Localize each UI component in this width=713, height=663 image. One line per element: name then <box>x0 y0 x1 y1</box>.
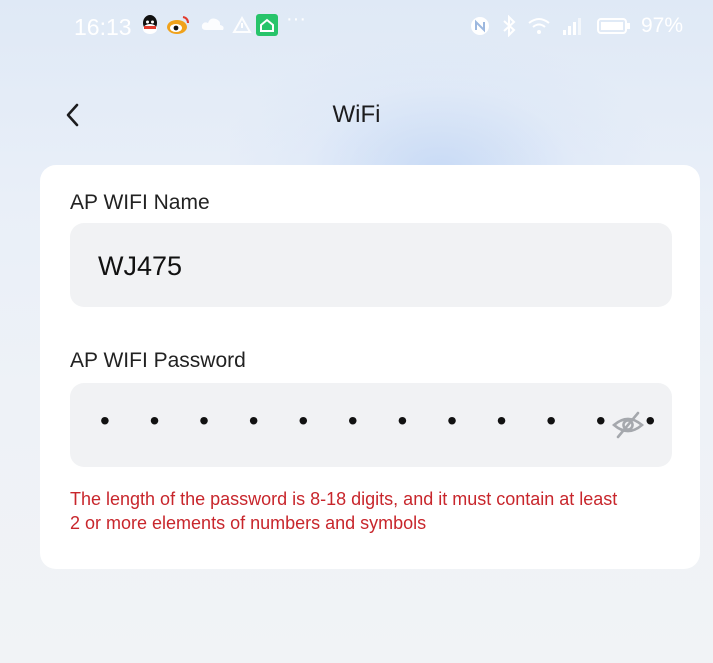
password-masked-value: • • • • • • • • • • • • <box>100 405 672 436</box>
password-error-message: The length of the password is 8-18 digit… <box>70 489 618 533</box>
wifi-name-value: WJ475 <box>98 251 183 281</box>
status-right: 97% <box>469 14 683 38</box>
eye-off-icon <box>612 411 644 439</box>
nfc-icon <box>470 17 489 35</box>
battery-percent: 97% <box>640 14 683 37</box>
more-dots-icon: ··· <box>286 8 306 30</box>
signal-icon <box>562 18 581 35</box>
wifi-name-label: AP WIFI Name <box>70 191 210 214</box>
page-title: WiFi <box>332 101 381 128</box>
wifi-name-input[interactable]: WJ475 <box>70 223 672 307</box>
warning-icon <box>232 15 252 33</box>
qq-icon <box>143 15 157 34</box>
cloud-icon <box>201 18 224 30</box>
home-app-icon <box>256 14 278 36</box>
bluetooth-icon <box>503 15 516 37</box>
wifi-password-label: AP WIFI Password <box>70 349 246 372</box>
wifi-form-card: AP WIFI Name WJ475 AP WIFI Password • • … <box>40 165 700 569</box>
weibo-icon <box>167 16 189 34</box>
password-visibility-toggle[interactable] <box>610 409 646 441</box>
status-time: 16:13 <box>74 14 132 40</box>
status-bar: 16:13 ··· 97% <box>0 0 713 60</box>
nav-bar: WiFi <box>0 85 713 145</box>
wifi-icon <box>528 18 550 34</box>
wifi-password-input[interactable]: • • • • • • • • • • • • <box>70 383 672 467</box>
battery-icon <box>596 18 630 34</box>
